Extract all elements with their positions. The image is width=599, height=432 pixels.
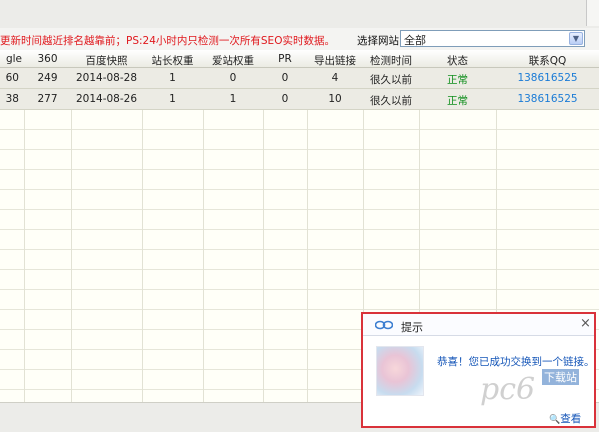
cell-contact-qq[interactable]: 138616525 (496, 93, 599, 105)
cell-outbound-links: 4 (331, 72, 339, 84)
view-link-label: 查看 (560, 413, 582, 425)
cell-baidu-snapshot: 2014-08-26 (75, 93, 138, 105)
cell-aizhan-weight: 0 (229, 72, 237, 84)
cell-baidu-snapshot: 2014-08-28 (75, 72, 138, 84)
watermark-logo: pc6 下载站 (480, 369, 579, 407)
link-icon (375, 320, 393, 330)
site-select-value: 全部 (404, 34, 426, 47)
cell-status: 正常 (447, 95, 468, 107)
top-right-panel-edge (586, 0, 599, 26)
cell-360: 277 (37, 93, 58, 105)
cell-pr: 0 (281, 72, 289, 84)
table-row[interactable]: 60 249 2014-08-28 1 0 0 4 很久以前 正常 138616… (0, 68, 599, 89)
top-toolbar (0, 0, 599, 28)
table-row[interactable]: 38 277 2014-08-26 1 1 0 10 很久以前 正常 13861… (0, 89, 599, 110)
chevron-down-icon[interactable]: ▼ (569, 32, 583, 45)
cell-chinaz-weight: 1 (169, 93, 176, 105)
cell-pr: 0 (281, 93, 289, 105)
header-status[interactable]: 状态 (419, 53, 496, 68)
view-link[interactable]: 🔍查看 (549, 411, 581, 426)
cell-contact-qq[interactable]: 138616525 (496, 72, 599, 84)
cell-check-time: 很久以前 (370, 74, 412, 86)
cell-outbound-links: 10 (328, 93, 342, 105)
header-contact-qq[interactable]: 联系QQ (496, 53, 599, 68)
cell-status: 正常 (447, 74, 468, 86)
popup-message: 恭喜！您已成功交换到一个链接。 (437, 356, 595, 368)
cell-chinaz-weight: 1 (169, 72, 176, 84)
site-select[interactable]: 全部 ▼ (400, 30, 585, 47)
cell-google: 60 (5, 72, 19, 84)
cell-360: 249 (37, 72, 58, 84)
header-chinaz-weight[interactable]: 站长权重 (142, 53, 203, 68)
cell-aizhan-weight: 1 (229, 93, 237, 105)
cell-check-time: 很久以前 (370, 95, 412, 107)
cell-google: 38 (5, 93, 19, 105)
header-check-time[interactable]: 检测时间 (363, 53, 419, 68)
magnifier-icon: 🔍 (549, 415, 561, 425)
header-baidu-snapshot[interactable]: 百度快照 (71, 53, 142, 68)
header-aizhan-weight[interactable]: 爱站权重 (203, 53, 263, 68)
notice-text: 更新时间越近排名越靠前；PS:24小时内只检测一次所有SEO实时数据。 (0, 35, 335, 47)
watermark-text: pc6 (480, 372, 536, 407)
close-icon[interactable]: × (580, 316, 591, 331)
popup-illustration (376, 346, 424, 396)
table-header: gle 360 百度快照 站长权重 爱站权重 PR 导出链接 检测时间 状态 联… (0, 50, 599, 68)
header-google[interactable]: gle (0, 53, 24, 65)
popup-title-bar[interactable]: 提示 × (363, 314, 594, 336)
header-outbound-links[interactable]: 导出链接 (307, 53, 363, 68)
header-360[interactable]: 360 (24, 53, 71, 65)
header-pr[interactable]: PR (263, 53, 307, 65)
watermark-badge: 下载站 (542, 369, 579, 385)
popup-title: 提示 (401, 321, 423, 334)
